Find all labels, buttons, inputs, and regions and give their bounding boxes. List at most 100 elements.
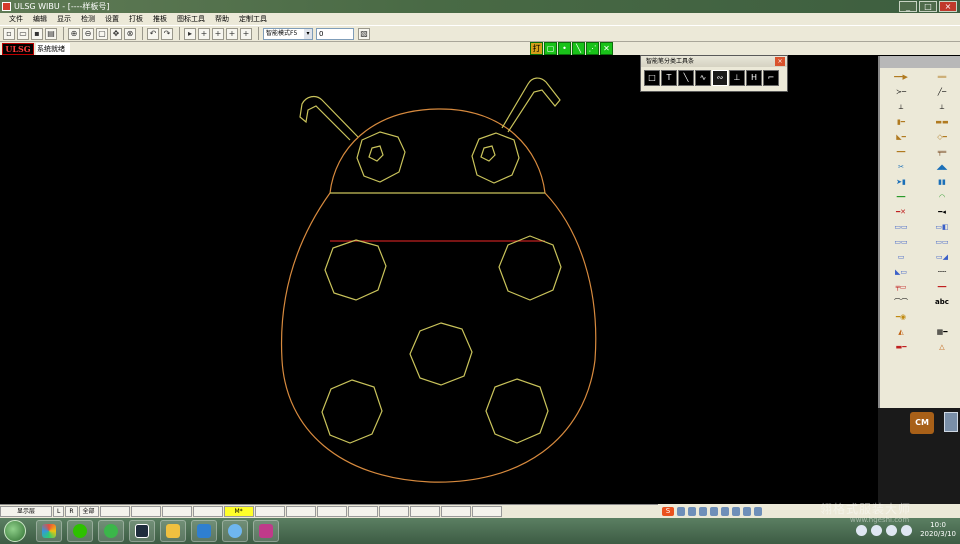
smart-pen-toolbar-window[interactable]: 智能笔分类工具条 × □ T ╲ ∿ ∾ ⊥ H ⌐ [640, 55, 788, 92]
taskbar-app-cad[interactable] [253, 520, 279, 542]
delete-tool-icon[interactable]: ━✕ [882, 206, 920, 218]
taskbar-app-pinwheel[interactable] [36, 520, 62, 542]
layer-cell[interactable] [440, 506, 471, 517]
volume-icon[interactable] [901, 524, 913, 536]
line-tool-icon[interactable]: ╲ [678, 70, 694, 86]
belt-tool-icon[interactable]: ◣▭ [882, 266, 920, 278]
taskbar-app-browser[interactable] [222, 520, 248, 542]
seam-tool-icon[interactable]: ━━ [882, 146, 920, 158]
collar-tool-icon[interactable]: ▭▭ [882, 221, 920, 233]
rect-tool-icon[interactable]: □ [644, 70, 660, 86]
pen-tool-icon[interactable]: ━━▶ [882, 71, 920, 83]
pan-icon[interactable]: ✥ [110, 27, 122, 40]
sharpen-tool-icon[interactable]: ━◂ [923, 206, 960, 218]
value-field[interactable]: 0 [316, 27, 354, 40]
text-label-tool[interactable]: abc [923, 296, 960, 308]
open-folder-icon[interactable]: ▭ [17, 27, 29, 40]
layer-l-button[interactable]: L [53, 506, 65, 517]
ime-english-icon[interactable] [677, 506, 685, 516]
new-file-icon[interactable]: ▫ [3, 27, 15, 40]
cm-unit-button[interactable]: CM [910, 412, 934, 434]
hand-tool-icon[interactable]: ╤▭ [882, 281, 920, 293]
curve-tool-icon[interactable]: ∿ [695, 70, 711, 86]
mirror-tool-icon[interactable]: ▮▮ [923, 176, 960, 188]
ime-emoji-icon[interactable] [699, 506, 707, 516]
menu-view[interactable]: 显示 [52, 13, 76, 25]
flap-tool-icon[interactable]: ▭◢ [923, 251, 960, 263]
arrow-tool-icon[interactable]: ➤▮ [882, 176, 920, 188]
ruler-tool-icon[interactable]: ══ [923, 71, 960, 83]
layer-cell[interactable] [409, 506, 440, 517]
sogou-ime-icon[interactable]: S [662, 506, 674, 516]
menu-file[interactable]: 文件 [4, 13, 28, 25]
layer-cell[interactable] [161, 506, 192, 517]
smart-curve-tool-icon[interactable]: ∾ [712, 70, 728, 86]
fold-tool-icon[interactable]: ◢◣ [923, 161, 960, 173]
tray-icon[interactable] [856, 524, 868, 536]
pocket-tool-icon[interactable]: ▭ [882, 251, 920, 263]
layer-cell[interactable] [378, 506, 409, 517]
button-tool-icon[interactable]: ━◉ [882, 311, 920, 323]
menu-help[interactable]: 帮助 [210, 13, 234, 25]
tape-tool-icon[interactable]: ▬━ [882, 341, 920, 353]
save-icon[interactable]: ▪ [31, 27, 43, 40]
maximize-button[interactable]: □ [919, 1, 937, 12]
taskbar-app-explorer[interactable] [160, 520, 186, 542]
scissor-tool-icon[interactable]: ⟂ [882, 101, 920, 113]
grain-tool-icon[interactable]: ━━ [882, 191, 920, 203]
wedge-tool-icon[interactable]: ◣━ [882, 131, 920, 143]
ime-punct-icon[interactable] [688, 506, 696, 516]
cut-mode-icon[interactable]: ✕ [600, 42, 613, 55]
layer-all-button[interactable]: 全部 [78, 506, 99, 517]
buttonhole-tool-icon[interactable]: ◭ [882, 326, 920, 338]
tray-icon[interactable] [886, 524, 898, 536]
dot-mode-icon[interactable]: • [558, 42, 571, 55]
menu-check[interactable]: 检测 [76, 13, 100, 25]
taskbar-app-360[interactable] [98, 520, 124, 542]
angle-tool-icon[interactable]: ╱─ [923, 86, 960, 98]
triangle-tool-icon[interactable]: △ [923, 341, 960, 353]
symbol-tool-icon[interactable]: ⌒⌒ [882, 296, 920, 308]
menu-custom-tools[interactable]: 定制工具 [234, 13, 272, 25]
menu-edit[interactable]: 编辑 [28, 13, 52, 25]
undo-icon[interactable]: ↶ [147, 27, 159, 40]
layer-cell[interactable] [471, 506, 502, 517]
start-button[interactable] [4, 520, 26, 542]
bench-tool-icon[interactable]: ╤═ [923, 146, 960, 158]
close-icon[interactable]: × [775, 57, 785, 66]
taskbar-app-video[interactable] [129, 520, 155, 542]
menu-grading[interactable]: 推板 [148, 13, 172, 25]
cuff-tool-icon[interactable]: ▭◧ [923, 221, 960, 233]
layer-cell[interactable] [254, 506, 285, 517]
layer-cell[interactable] [285, 506, 316, 517]
mode-select[interactable]: 智能模式F5 ▾ [263, 27, 313, 40]
select-arrow-icon[interactable]: ▸ [184, 27, 196, 40]
stitch-tool-icon[interactable]: ━━ [923, 281, 960, 293]
notch-tool-icon[interactable]: ╌╌ [923, 266, 960, 278]
corner-tool-icon[interactable]: ⌐ [763, 70, 779, 86]
add-point-icon[interactable]: + [212, 27, 224, 40]
layer-cell[interactable] [347, 506, 378, 517]
move-point-icon[interactable]: + [226, 27, 238, 40]
hill-tool-icon[interactable]: ◠ [923, 191, 960, 203]
calculator-icon[interactable]: ▧ [358, 27, 370, 40]
layer-cell[interactable] [316, 506, 347, 517]
layer-cell[interactable] [130, 506, 161, 517]
redo-icon[interactable]: ↷ [161, 27, 173, 40]
menu-settings[interactable]: 设置 [100, 13, 124, 25]
divider-tool-icon[interactable]: ⟂ [923, 101, 960, 113]
diamond-tool-icon[interactable]: ◇━ [923, 131, 960, 143]
pattern-mode-button[interactable]: 打 [530, 42, 543, 55]
print-icon[interactable]: ▤ [45, 27, 57, 40]
tray-icon[interactable] [871, 524, 883, 536]
ime-keyboard-icon[interactable] [721, 506, 729, 516]
close-button[interactable]: × [939, 1, 957, 12]
point-tool-icon[interactable]: + [198, 27, 210, 40]
sleeve-tool-icon[interactable]: ▭▭ [882, 236, 920, 248]
drawing-canvas[interactable] [0, 56, 878, 504]
layer-cell-active[interactable]: M* [223, 506, 254, 517]
compass-tool-icon[interactable]: ≻─ [882, 86, 920, 98]
zoom-in-icon[interactable]: ⊕ [68, 27, 80, 40]
layer-cell[interactable] [99, 506, 130, 517]
taskbar-app-media[interactable] [191, 520, 217, 542]
